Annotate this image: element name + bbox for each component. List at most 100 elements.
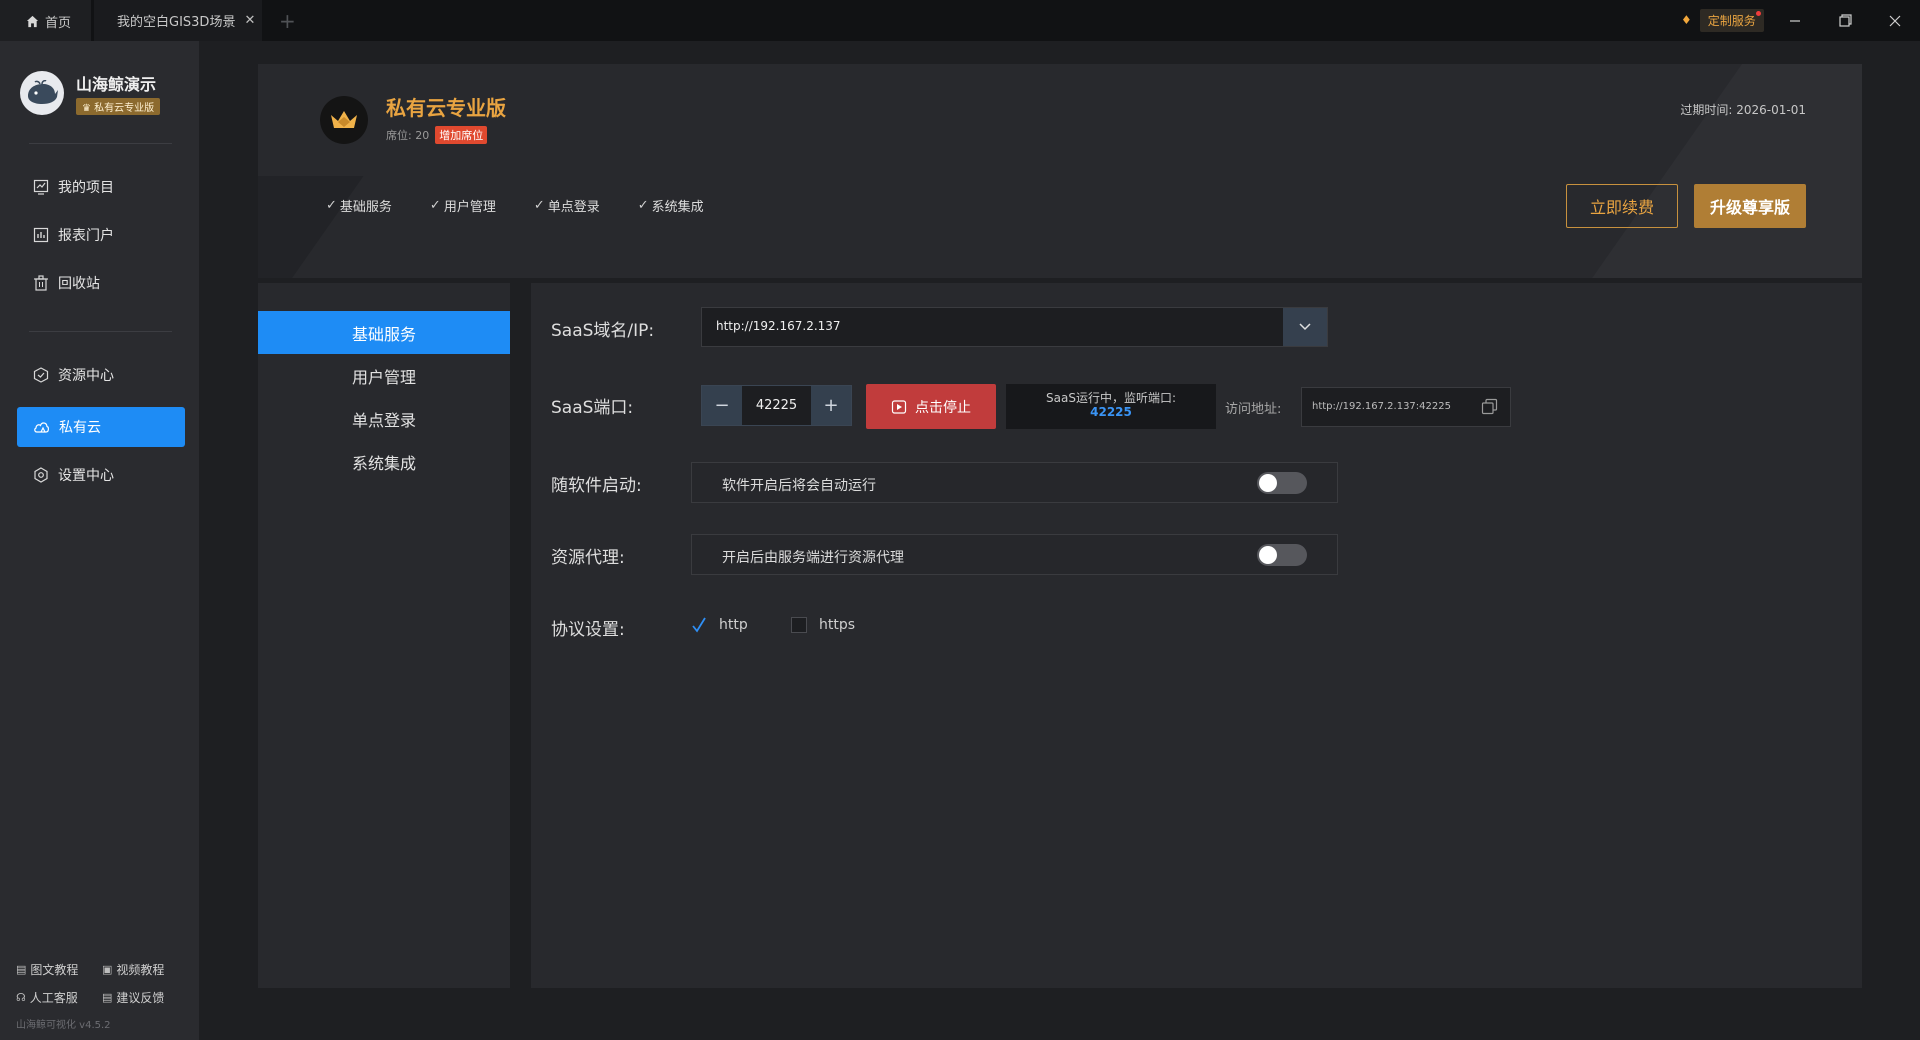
report-icon — [33, 227, 49, 243]
crown-icon — [320, 96, 368, 144]
restore-button[interactable] — [1820, 0, 1870, 41]
minimize-icon — [1790, 19, 1800, 22]
proxy-description: 开启后由服务端进行资源代理 — [722, 550, 904, 566]
toggle-knob — [1259, 474, 1277, 492]
tab-home-label: 首页 — [45, 16, 72, 31]
toggle-knob — [1259, 546, 1277, 564]
sidebar-item-my-projects[interactable]: 我的项目 — [17, 167, 185, 207]
custom-service-label: 定制服务 — [1699, 8, 1764, 32]
document-icon: ▤ — [16, 962, 27, 976]
tab-basic-service[interactable]: 基础服务 — [258, 311, 510, 354]
status-text: SaaS运行中，监听端口: — [1046, 391, 1176, 405]
proxy-toggle[interactable] — [1257, 544, 1307, 566]
feedback-link[interactable]: ▤ 建议反馈 — [102, 989, 188, 1006]
version-label: 山海鲸可视化 v4.5.2 — [16, 1020, 111, 1031]
feature-label: 单点登录 — [547, 200, 600, 215]
chevron-down-icon[interactable] — [1283, 308, 1327, 346]
expire-date: 过期时间: 2026-01-01 — [1680, 103, 1806, 117]
add-tab-icon[interactable]: + — [279, 9, 296, 33]
renew-button[interactable]: 立即续费 — [1566, 184, 1678, 228]
upgrade-button[interactable]: 升级尊享版 — [1694, 184, 1806, 228]
feature-list: ✓ 基础服务 ✓ 用户管理 ✓ 单点登录 ✓ 系统集成 — [326, 196, 742, 215]
tab-scene[interactable]: 我的空白GIS3D场景 ✕ — [94, 0, 262, 41]
stop-service-button[interactable]: 点击停止 — [866, 384, 996, 429]
autostart-label: 随软件启动: — [551, 476, 642, 496]
autostart-description: 软件开启后将会自动运行 — [722, 478, 876, 494]
protocol-https-option[interactable]: https — [791, 617, 855, 633]
access-address-field[interactable]: http://192.167.2.137:42225 — [1301, 387, 1511, 427]
sidebar-item-recycle-bin[interactable]: 回收站 — [17, 263, 185, 303]
video-icon: ▣ — [102, 962, 113, 976]
video-tutorial-link[interactable]: ▣ 视频教程 — [102, 961, 188, 978]
stop-icon — [891, 399, 907, 414]
plan-title: 私有云专业版 — [386, 96, 506, 120]
check-icon: ✓ — [637, 198, 649, 213]
access-label: 访问地址: — [1225, 402, 1282, 417]
window-close-icon — [1889, 15, 1901, 26]
headset-icon: ☊ — [16, 990, 26, 1004]
plan-banner: 私有云专业版 席位: 20 增加席位 过期时间: 2026-01-01 ✓ 基础服… — [258, 64, 1862, 278]
copy-icon[interactable] — [1481, 398, 1498, 419]
restore-icon — [1838, 14, 1852, 27]
cloud-icon — [34, 422, 49, 433]
tab-single-sign-on[interactable]: 单点登录 — [258, 397, 510, 440]
domain-select[interactable]: http://192.167.2.137 — [701, 307, 1328, 347]
check-icon: ✓ — [533, 198, 545, 213]
footer-links: ▤ 图文教程 ▣ 视频教程 ☊ 人工客服 ▤ 建议反馈 — [16, 955, 188, 1011]
port-input[interactable]: 42225 — [742, 386, 811, 425]
https-checkbox[interactable] — [791, 617, 807, 633]
service-status: SaaS运行中，监听端口: 42225 — [1006, 384, 1216, 429]
feature-label: 用户管理 — [443, 200, 496, 215]
seats-info: 席位: 20 增加席位 — [386, 126, 488, 144]
check-icon: ✓ — [429, 198, 441, 213]
check-icon: ✓ — [326, 198, 337, 213]
sidebar: 山海鲸演示 ♛ 私有云专业版 我的项目 报表门户 回收站 资源中心 私有云 设置… — [0, 41, 199, 1040]
feature-item: ✓ 系统集成 — [638, 196, 704, 215]
close-icon[interactable]: ✕ — [244, 13, 255, 28]
feature-item: ✓ 基础服务 — [326, 196, 392, 215]
http-checkbox[interactable] — [691, 617, 707, 633]
title-bar: 首页 我的空白GIS3D场景 ✕ + ♦ 定制服务 — [0, 0, 1920, 41]
cube-icon — [33, 367, 49, 383]
gear-icon — [34, 467, 48, 483]
feedback-icon: ▤ — [102, 990, 113, 1004]
window-close-button[interactable] — [1870, 0, 1920, 41]
diamond-icon: ♦ — [1681, 13, 1692, 27]
sidebar-item-resource-center[interactable]: 资源中心 — [17, 355, 185, 395]
support-link[interactable]: ☊ 人工客服 — [16, 989, 102, 1006]
add-seat-button[interactable]: 增加席位 — [435, 126, 488, 144]
seats-count: 席位: 20 — [386, 129, 430, 142]
autostart-toggle[interactable] — [1257, 472, 1307, 494]
sidebar-item-settings[interactable]: 设置中心 — [17, 455, 185, 495]
service-submenu: 基础服务 用户管理 单点登录 系统集成 — [258, 283, 510, 988]
text-tutorial-label: 图文教程 — [30, 962, 79, 977]
banner-decoration — [258, 176, 364, 278]
chart-board-icon — [33, 179, 49, 195]
text-tutorial-link[interactable]: ▤ 图文教程 — [16, 961, 102, 978]
custom-service-button[interactable]: ♦ 定制服务 — [1681, 8, 1764, 32]
increment-button[interactable]: + — [811, 386, 851, 425]
domain-value: http://192.167.2.137 — [716, 319, 841, 333]
tab-scene-label: 我的空白GIS3D场景 — [117, 15, 236, 30]
domain-label: SaaS域名/IP: — [551, 321, 655, 341]
sidebar-item-report-portal[interactable]: 报表门户 — [17, 215, 185, 255]
sidebar-item-private-cloud[interactable]: 私有云 — [17, 407, 185, 447]
protocol-label: 协议设置: — [551, 620, 625, 640]
plan-badge: ♛ 私有云专业版 — [76, 98, 161, 115]
decrement-button[interactable]: − — [702, 386, 742, 425]
tab-system-integration[interactable]: 系统集成 — [258, 440, 510, 483]
tab-user-management[interactable]: 用户管理 — [258, 354, 510, 397]
autostart-row: 软件开启后将会自动运行 — [691, 462, 1338, 503]
basic-service-panel: SaaS域名/IP: http://192.167.2.137 SaaS端口: … — [531, 283, 1862, 988]
minimize-button[interactable] — [1770, 0, 1820, 41]
feature-item: ✓ 用户管理 — [430, 196, 496, 215]
trash-icon — [34, 275, 48, 291]
protocol-http-option[interactable]: http — [691, 617, 748, 633]
proxy-label: 资源代理: — [551, 548, 625, 568]
divider — [29, 143, 172, 144]
whale-logo-icon — [20, 71, 64, 115]
tab-home[interactable]: 首页 — [0, 0, 91, 41]
brand: 山海鲸演示 ♛ 私有云专业版 — [20, 71, 161, 115]
sidebar-item-label: 回收站 — [58, 276, 100, 292]
access-address-value: http://192.167.2.137:42225 — [1312, 401, 1451, 412]
